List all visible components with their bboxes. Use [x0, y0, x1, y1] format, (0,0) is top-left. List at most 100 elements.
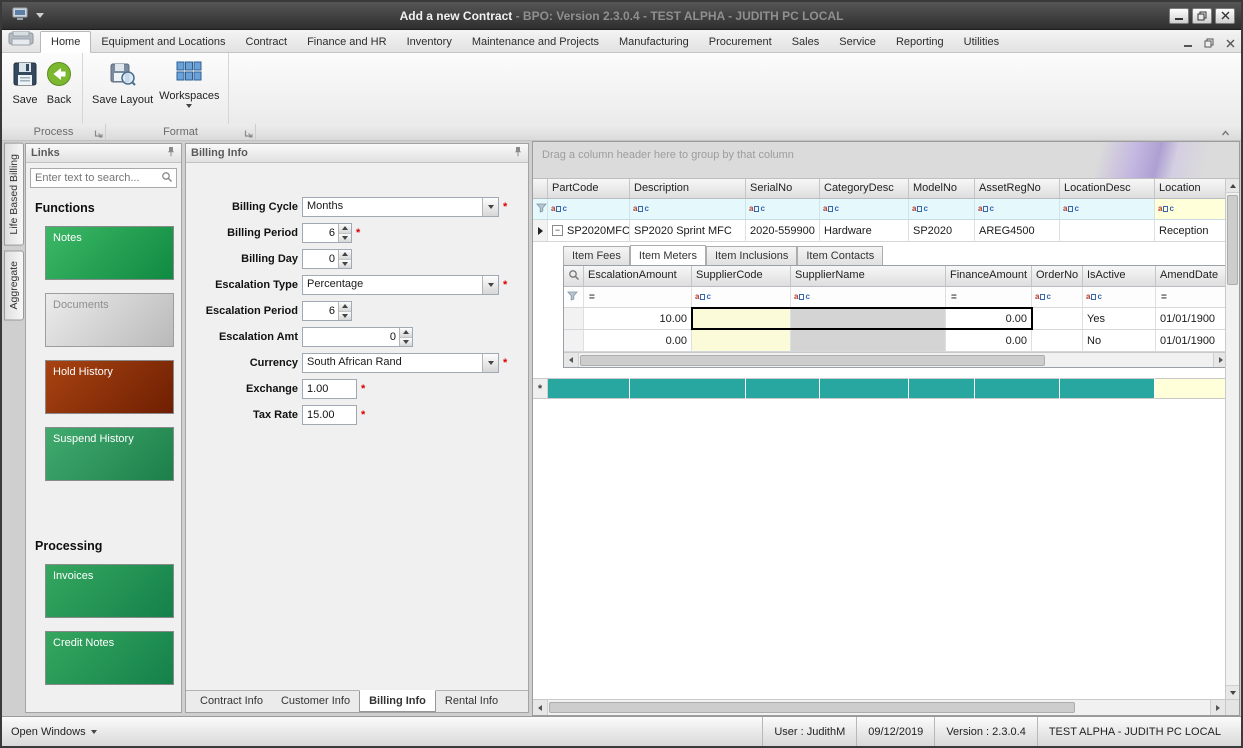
filter-cell-orderno[interactable]: ac — [1032, 287, 1083, 308]
tab-item-contacts[interactable]: Item Contacts — [797, 246, 883, 265]
detail-horizontal-scrollbar[interactable] — [564, 352, 1225, 367]
tab-item-inclusions[interactable]: Item Inclusions — [706, 246, 797, 265]
open-windows-button[interactable]: Open Windows — [11, 726, 97, 738]
column-header-assetregno[interactable]: AssetRegNo — [975, 179, 1060, 199]
billing-period-input[interactable] — [303, 224, 338, 242]
cell-amenddate[interactable]: 01/01/1900 — [1156, 330, 1225, 352]
scroll-down-icon[interactable] — [1226, 685, 1239, 699]
column-header-serialno[interactable]: SerialNo — [746, 179, 820, 199]
column-header-categorydesc[interactable]: CategoryDesc — [820, 179, 909, 199]
ribbon-tab-finance-and-hr[interactable]: Finance and HR — [297, 32, 397, 52]
filter-cell-description[interactable]: ac — [630, 199, 746, 220]
group-by-panel[interactable]: Drag a column header here to group by th… — [533, 142, 1239, 179]
tab-contract-info[interactable]: Contract Info — [191, 691, 272, 712]
new-cell-description[interactable] — [630, 378, 746, 399]
scroll-up-icon[interactable] — [1226, 179, 1239, 193]
filter-cell-categorydesc[interactable]: ac — [820, 199, 909, 220]
scrollbar-thumb[interactable] — [1227, 195, 1238, 285]
cell-orderno[interactable] — [1032, 330, 1083, 352]
new-cell-locationdesc[interactable] — [1060, 378, 1155, 399]
cell-suppliercode[interactable] — [692, 330, 791, 352]
billing-cycle-select[interactable]: Months — [302, 197, 499, 217]
hold-history-button[interactable]: Hold History — [45, 360, 174, 414]
ribbon-tab-maintenance-and-projects[interactable]: Maintenance and Projects — [462, 32, 609, 52]
currency-select[interactable]: South African Rand — [302, 353, 499, 373]
cell-financeamount[interactable]: 0.00 — [946, 308, 1032, 330]
tab-billing-info[interactable]: Billing Info — [359, 690, 436, 712]
filter-cell-suppliername[interactable]: ac — [791, 287, 946, 308]
ribbon-tab-inventory[interactable]: Inventory — [397, 32, 462, 52]
detail-search-header[interactable] — [564, 266, 584, 287]
dropdown-arrow-icon[interactable] — [482, 198, 498, 216]
filter-cell-assetregno[interactable]: ac — [975, 199, 1060, 220]
scroll-right-icon[interactable] — [1210, 700, 1225, 715]
column-header-orderno[interactable]: OrderNo — [1032, 266, 1083, 287]
pin-icon[interactable] — [513, 146, 523, 160]
side-tab-aggregate[interactable]: Aggregate — [4, 250, 24, 320]
cell-orderno[interactable] — [1032, 308, 1083, 330]
filter-cell-modelno[interactable]: ac — [909, 199, 975, 220]
filter-cell-suppliercode[interactable]: ac — [692, 287, 791, 308]
cell-description[interactable]: SP2020 Sprint MFC — [630, 220, 746, 242]
save-button[interactable]: Save — [8, 58, 42, 108]
side-tab-life-based-billing[interactable]: Life Based Billing — [4, 143, 24, 246]
application-menu-icon[interactable] — [8, 31, 34, 50]
scroll-left-icon[interactable] — [564, 353, 579, 367]
spin-down-icon[interactable] — [400, 337, 412, 347]
cell-location[interactable]: Reception — [1155, 220, 1225, 242]
restore-button[interactable] — [1192, 8, 1212, 24]
scroll-right-icon[interactable] — [1213, 353, 1225, 367]
workspaces-button[interactable]: Workspaces — [156, 58, 222, 110]
escalation-amt-stepper[interactable] — [302, 327, 413, 347]
ribbon-tab-service[interactable]: Service — [829, 32, 886, 52]
column-header-suppliercode[interactable]: SupplierCode — [692, 266, 791, 287]
tax-rate-field[interactable] — [302, 405, 357, 425]
cell-isactive[interactable]: No — [1083, 330, 1156, 352]
spin-down-icon[interactable] — [339, 259, 351, 269]
dropdown-arrow-icon[interactable] — [482, 354, 498, 372]
row-indicator-cell[interactable] — [564, 308, 584, 330]
mdi-close-icon[interactable] — [1226, 39, 1235, 48]
filter-cell-serialno[interactable]: ac — [746, 199, 820, 220]
spin-up-icon[interactable] — [400, 328, 412, 337]
spin-up-icon[interactable] — [339, 250, 351, 259]
workspaces-dropdown-icon[interactable] — [186, 104, 192, 108]
cell-isactive[interactable]: Yes — [1083, 308, 1156, 330]
cell-escalationamount[interactable]: 0.00 — [584, 330, 692, 352]
scrollbar-thumb[interactable] — [580, 355, 1045, 366]
billing-period-stepper[interactable] — [302, 223, 352, 243]
scrollbar-thumb[interactable] — [549, 702, 1075, 713]
notes-button[interactable]: Notes — [45, 226, 174, 280]
column-header-escalationamount[interactable]: EscalationAmount — [584, 266, 692, 287]
mdi-minimize-icon[interactable] — [1184, 39, 1192, 47]
column-header-financeamount[interactable]: FinanceAmount — [946, 266, 1032, 287]
escalation-period-stepper[interactable] — [302, 301, 352, 321]
new-cell-serialno[interactable] — [746, 378, 820, 399]
ribbon-tab-contract[interactable]: Contract — [236, 32, 298, 52]
format-dialog-launcher-icon[interactable] — [244, 129, 253, 138]
app-icon[interactable] — [12, 7, 28, 24]
cell-amenddate[interactable]: 01/01/1900 — [1156, 308, 1225, 330]
filter-cell-partcode[interactable]: ac — [548, 199, 630, 220]
cell-escalationamount[interactable]: 10.00 — [584, 308, 692, 330]
tab-rental-info[interactable]: Rental Info — [436, 691, 507, 712]
new-cell-partcode[interactable] — [548, 378, 630, 399]
filter-cell-escalationamount[interactable]: = — [584, 287, 692, 308]
column-header-amenddate[interactable]: AmendDate — [1156, 266, 1225, 287]
spin-up-icon[interactable] — [339, 224, 351, 233]
row-indicator-cell[interactable] — [533, 220, 548, 242]
new-cell-modelno[interactable] — [909, 378, 975, 399]
ribbon-tab-manufacturing[interactable]: Manufacturing — [609, 32, 699, 52]
cell-financeamount[interactable]: 0.00 — [946, 330, 1032, 352]
column-header-partcode[interactable]: PartCode — [548, 179, 630, 199]
back-button[interactable]: Back — [42, 58, 76, 108]
billing-day-input[interactable] — [303, 250, 338, 268]
new-cell-assetregno[interactable] — [975, 378, 1060, 399]
ribbon-tab-utilities[interactable]: Utilities — [954, 32, 1009, 52]
invoices-button[interactable]: Invoices — [45, 564, 174, 618]
collapse-detail-icon[interactable]: − — [552, 225, 563, 236]
spin-down-icon[interactable] — [339, 233, 351, 243]
ribbon-tab-home[interactable]: Home — [40, 31, 91, 53]
row-indicator-cell[interactable] — [564, 330, 584, 352]
escalation-type-select[interactable]: Percentage — [302, 275, 499, 295]
